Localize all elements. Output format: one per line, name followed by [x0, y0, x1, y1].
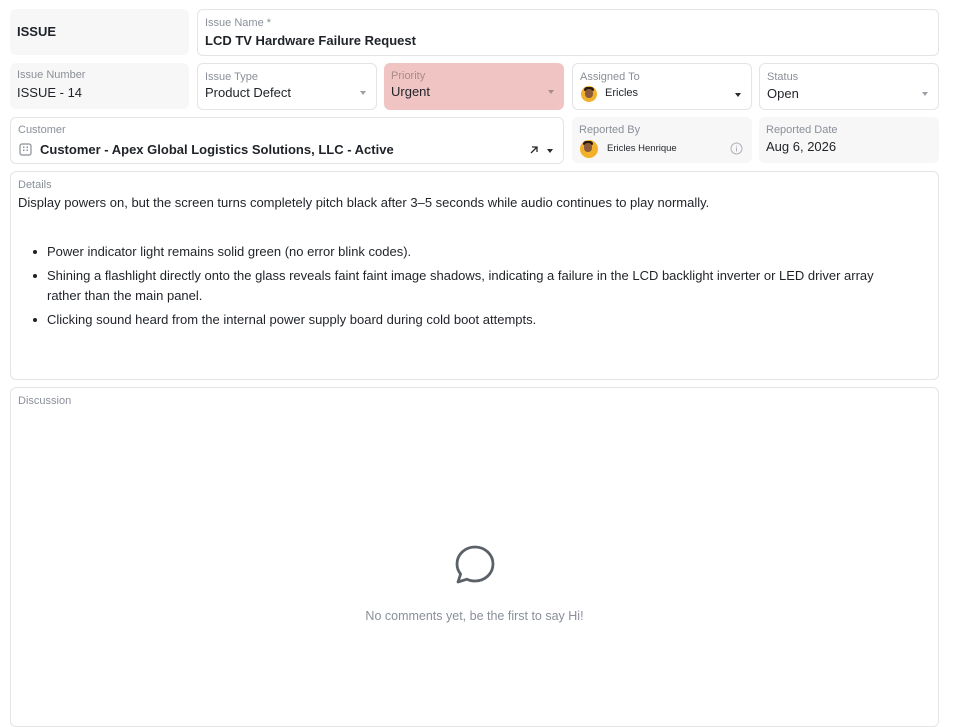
info-icon[interactable]: [730, 142, 743, 155]
details-panel[interactable]: Details Display powers on, but the scree…: [10, 171, 939, 380]
customer-label: Customer: [18, 124, 66, 136]
customer-value: Customer - Apex Global Logistics Solutio…: [40, 142, 394, 157]
customer-field[interactable]: Customer Customer - Apex Global Logistic…: [10, 117, 564, 164]
user-avatar-icon: [581, 86, 597, 102]
discussion-label: Discussion: [18, 395, 72, 407]
issue-name-value[interactable]: LCD TV Hardware Failure Request: [205, 33, 416, 48]
record-type-label: ISSUE: [17, 24, 57, 39]
assigned-to-label: Assigned To: [580, 71, 640, 83]
details-label: Details: [18, 179, 52, 191]
chat-bubble-icon: [455, 545, 495, 584]
reported-by-value: Ericles Henrique: [607, 143, 677, 154]
priority-label: Priority: [391, 70, 426, 82]
issue-type-select[interactable]: Issue Type Product Defect: [197, 63, 377, 110]
chevron-down-icon[interactable]: [547, 149, 553, 153]
chevron-down-icon: [360, 91, 366, 95]
details-description: Display powers on, but the screen turns …: [18, 195, 710, 210]
building-icon: [19, 143, 32, 156]
details-bullet-list: Power indicator light remains solid gree…: [18, 242, 898, 334]
chevron-down-icon: [922, 92, 928, 96]
reported-by-field: Reported By Ericles Henrique: [572, 117, 752, 163]
discussion-panel: Discussion No comments yet, be the first…: [10, 387, 939, 727]
bullet-text: Shining a flashlight directly onto the g…: [47, 268, 874, 303]
open-link-icon[interactable]: [529, 145, 539, 155]
list-item: Shining a flashlight directly onto the g…: [18, 266, 898, 306]
issue-name-label: Issue Name *: [205, 17, 272, 29]
record-type-badge: ISSUE: [10, 9, 189, 55]
issue-type-label: Issue Type: [205, 71, 258, 83]
priority-select[interactable]: Priority Urgent: [384, 63, 564, 110]
bullet-text: Power indicator light remains solid gree…: [47, 244, 412, 259]
reported-by-label: Reported By: [579, 124, 641, 136]
status-label: Status: [767, 71, 799, 83]
assigned-to-select[interactable]: Assigned To Ericles: [572, 63, 752, 110]
reported-date-field: Reported Date Aug 6, 2026: [759, 117, 939, 163]
assigned-to-value: Ericles: [605, 87, 639, 99]
user-avatar-icon: [580, 140, 598, 158]
status-value: Open: [767, 86, 799, 101]
discussion-empty-message: No comments yet, be the first to say Hi!: [365, 609, 584, 623]
list-item: Clicking sound heard from the internal p…: [18, 310, 898, 330]
issue-number-value: ISSUE - 14: [17, 85, 83, 100]
list-item: Power indicator light remains solid gree…: [18, 242, 898, 262]
status-select[interactable]: Status Open: [759, 63, 939, 110]
issue-number-label: Issue Number: [17, 69, 86, 81]
issue-number-field: Issue Number ISSUE - 14: [10, 63, 189, 109]
bullet-text: Clicking sound heard from the internal p…: [47, 312, 537, 327]
issue-type-value: Product Defect: [205, 85, 291, 100]
priority-value: Urgent: [391, 84, 431, 99]
chevron-down-icon: [548, 90, 554, 94]
reported-date-value: Aug 6, 2026: [766, 139, 837, 154]
issue-name-field[interactable]: Issue Name * LCD TV Hardware Failure Req…: [197, 9, 939, 56]
chevron-down-icon: [735, 93, 741, 97]
reported-date-label: Reported Date: [766, 124, 838, 136]
